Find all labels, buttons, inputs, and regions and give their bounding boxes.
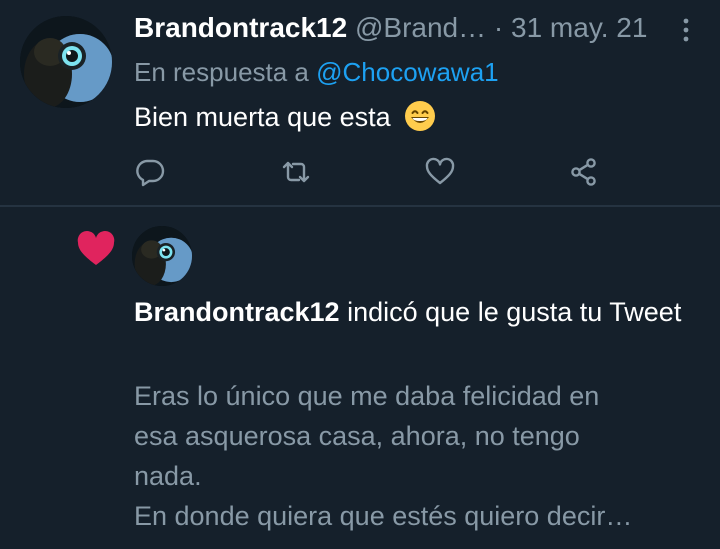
quoted-line: esa asquerosa casa, ahora, no tengo (134, 421, 580, 451)
avatar-image (132, 226, 192, 286)
reply-prefix: En respuesta a (134, 57, 309, 87)
avatar[interactable] (132, 226, 192, 286)
avatar[interactable] (20, 16, 112, 108)
tweet-header: Brandontrack12 @Brand… · 31 may. 21 (134, 10, 647, 46)
reply-context: En respuesta a @Chocowawa1 (134, 54, 499, 90)
quoted-line: Eras lo único que me daba felicidad en (134, 381, 600, 411)
display-name[interactable]: Brandontrack12 (134, 12, 347, 43)
notification-action: indicó que le gusta tu Tweet (347, 297, 682, 327)
like-icon[interactable] (424, 156, 456, 188)
avatar-image (20, 16, 112, 108)
separator-dot: · (493, 12, 504, 43)
share-icon[interactable] (568, 156, 600, 188)
reply-handle-link[interactable]: @Chocowawa1 (316, 57, 498, 87)
liker-name[interactable]: Brandontrack12 (134, 297, 340, 327)
divider (0, 205, 720, 207)
heart-icon (77, 230, 115, 265)
quoted-line: nada. (134, 461, 202, 491)
tweet-date[interactable]: 31 may. 21 (511, 12, 647, 43)
reply-icon[interactable] (134, 156, 166, 188)
retweet-icon[interactable] (280, 156, 312, 188)
user-handle[interactable]: @Brand… (355, 12, 486, 43)
quoted-line: En donde quiera que estés quiero decir… (134, 501, 633, 531)
timeline: Brandontrack12 @Brand… · 31 may. 21 En r… (0, 0, 720, 549)
quoted-tweet-text[interactable]: Eras lo único que me daba felicidad en e… (134, 376, 704, 536)
grinning-face-emoji-icon (405, 101, 436, 131)
tweet-text: Bien muerta que esta (134, 102, 391, 132)
notification-text: Brandontrack12 indicó que le gusta tu Tw… (134, 292, 694, 332)
tweet-body: Bien muerta que esta (134, 98, 436, 136)
more-options-icon[interactable] (676, 16, 696, 44)
tweet[interactable]: Brandontrack12 @Brand… · 31 may. 21 En r… (0, 0, 720, 205)
